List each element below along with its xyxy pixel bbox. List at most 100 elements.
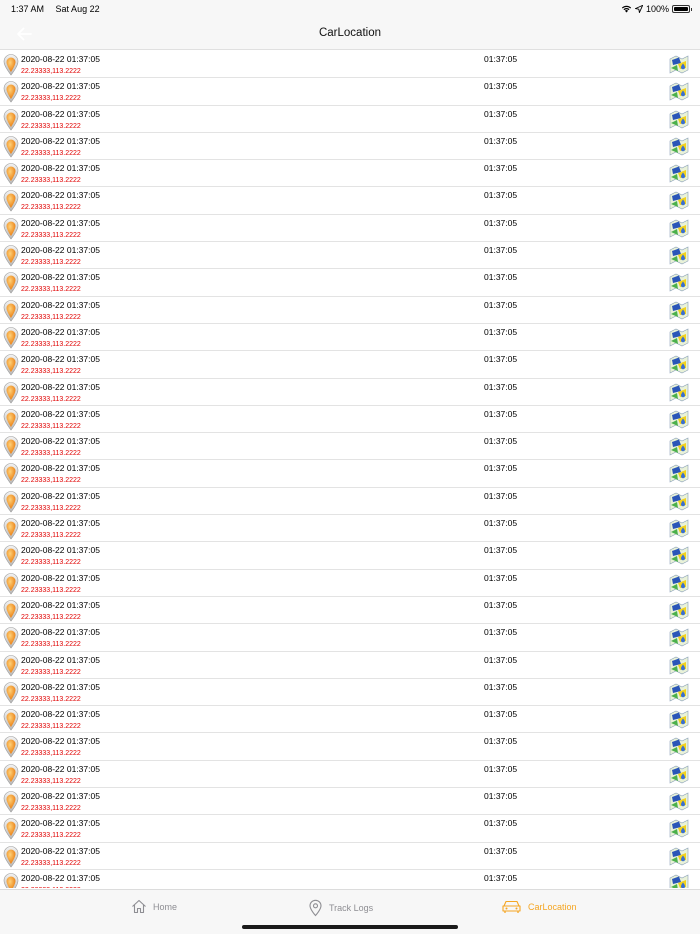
list-item[interactable]: 2020-08-22 01:37:05 22.23333,113.2222 01:3… — [0, 870, 700, 888]
list-item[interactable]: 2020-08-22 01:37:05 22.23333,113.2222 01:3… — [0, 761, 700, 789]
map-icon[interactable] — [669, 327, 689, 347]
row-time: 01:37:05 — [484, 818, 518, 829]
list-item[interactable]: 2020-08-22 01:37:05 22.23333,113.2222 01:3… — [0, 215, 700, 243]
list-item[interactable]: 2020-08-22 01:37:05 22.23333,113.2222 01:3… — [0, 570, 700, 597]
list-item[interactable]: 2020-08-22 01:37:05 22.23333,113.2222 01:3… — [0, 351, 700, 379]
list-item[interactable]: 2020-08-22 01:37:05 22.23333,113.2222 01:3… — [0, 433, 700, 461]
row-time: 01:37:05 — [484, 599, 518, 610]
location-pin-icon — [3, 518, 19, 540]
row-datetime: 2020-08-22 01:37:05 — [21, 545, 100, 556]
list-item[interactable]: 2020-08-22 01:37:05 22.23333,113.2222 01:3… — [0, 624, 700, 652]
list-item[interactable]: 2020-08-22 01:37:05 22.23333,113.2222 01:3… — [0, 297, 700, 324]
row-time: 01:37:05 — [484, 709, 518, 720]
map-icon[interactable] — [669, 436, 689, 456]
list-item[interactable]: 2020-08-22 01:37:05 22.23333,113.2222 01:3… — [0, 652, 700, 679]
list-item[interactable]: 2020-08-22 01:37:05 22.23333,113.2222 01:3… — [0, 187, 700, 215]
list-item[interactable]: 2020-08-22 01:37:05 22.23333,113.2222 01:3… — [0, 406, 700, 434]
list-item[interactable]: 2020-08-22 01:37:05 22.23333,113.2222 01:3… — [0, 679, 700, 707]
map-icon[interactable] — [669, 736, 689, 756]
list-item[interactable]: 2020-08-22 01:37:05 22.23333,113.2222 01:3… — [0, 706, 700, 734]
list-item[interactable]: 2020-08-22 01:37:05 22.23333,113.2222 01:3… — [0, 788, 700, 816]
map-icon[interactable] — [669, 655, 689, 675]
map-icon[interactable] — [669, 190, 689, 210]
list-item[interactable]: 2020-08-22 01:37:05 22.23333,113.2222 01:3… — [0, 542, 700, 570]
location-pin-icon — [3, 545, 19, 567]
tab-home[interactable]: Home — [131, 899, 177, 914]
row-datetime: 2020-08-22 01:37:05 — [21, 599, 100, 610]
map-icon[interactable] — [669, 627, 689, 647]
map-icon[interactable] — [669, 409, 689, 429]
map-icon[interactable] — [669, 81, 689, 101]
location-pin-icon — [3, 327, 19, 349]
map-icon[interactable] — [669, 218, 689, 238]
list-item[interactable]: 2020-08-22 01:37:05 22.23333,113.2222 01:3… — [0, 160, 700, 188]
map-icon[interactable] — [669, 682, 689, 702]
map-icon[interactable] — [669, 545, 689, 565]
list-item[interactable]: 2020-08-22 01:37:05 22.23333,113.2222 01:3… — [0, 51, 700, 79]
map-icon[interactable] — [669, 463, 689, 483]
map-icon[interactable] — [669, 382, 689, 402]
list-item[interactable]: 2020-08-22 01:37:05 22.23333,113.2222 01:3… — [0, 242, 700, 270]
list-item[interactable]: 2020-08-22 01:37:05 22.23333,113.2222 01:3… — [0, 106, 700, 133]
battery-fill — [674, 7, 688, 11]
map-icon[interactable] — [669, 136, 689, 156]
status-right: 100% — [621, 4, 692, 14]
row-time: 01:37:05 — [484, 572, 518, 583]
list-item[interactable]: 2020-08-22 01:37:05 22.23333,113.2222 01:3… — [0, 488, 700, 516]
map-icon[interactable] — [669, 873, 689, 888]
row-datetime: 2020-08-22 01:37:05 — [21, 163, 100, 174]
list-item[interactable]: 2020-08-22 01:37:05 22.23333,113.2222 01:3… — [0, 78, 700, 106]
map-icon[interactable] — [669, 245, 689, 265]
map-icon[interactable] — [669, 573, 689, 593]
map-icon[interactable] — [669, 163, 689, 183]
map-icon[interactable] — [669, 354, 689, 374]
tab-carlocation[interactable]: CarLocation — [501, 899, 577, 914]
map-icon[interactable] — [669, 791, 689, 811]
location-list[interactable]: 2020-08-22 01:37:05 22.23333,113.2222 01:3… — [0, 51, 700, 888]
row-coordinates: 22.23333,113.2222 — [21, 695, 81, 703]
map-icon[interactable] — [669, 709, 689, 729]
row-time: 01:37:05 — [484, 681, 518, 692]
location-pin-icon — [3, 81, 19, 103]
list-item[interactable]: 2020-08-22 01:37:05 22.23333,113.2222 01:3… — [0, 733, 700, 761]
list-item[interactable]: 2020-08-22 01:37:05 22.23333,113.2222 01:3… — [0, 515, 700, 543]
row-coordinates: 22.23333,113.2222 — [21, 95, 81, 103]
list-item[interactable]: 2020-08-22 01:37:05 22.23333,113.2222 01:3… — [0, 815, 700, 843]
list-item[interactable]: 2020-08-22 01:37:05 22.23333,113.2222 01:3… — [0, 324, 700, 352]
location-pin-icon — [3, 54, 19, 76]
list-item[interactable]: 2020-08-22 01:37:05 22.23333,113.2222 01:3… — [0, 843, 700, 870]
tab-track-logs[interactable]: Track Logs — [308, 899, 373, 917]
row-time: 01:37:05 — [484, 736, 518, 747]
map-icon[interactable] — [669, 109, 689, 129]
row-coordinates: 22.23333,113.2222 — [21, 177, 81, 185]
tab-home-label: Home — [153, 901, 178, 912]
row-coordinates: 22.23333,113.2222 — [21, 887, 81, 888]
battery-percent: 100% — [645, 4, 669, 14]
row-coordinates: 22.23333,113.2222 — [21, 750, 81, 758]
map-icon[interactable] — [669, 491, 689, 511]
map-icon[interactable] — [669, 518, 689, 538]
location-pin-icon — [3, 190, 19, 212]
row-datetime: 2020-08-22 01:37:05 — [21, 190, 100, 201]
row-coordinates: 22.23333,113.2222 — [21, 340, 81, 348]
list-item[interactable]: 2020-08-22 01:37:05 22.23333,113.2222 01:3… — [0, 379, 700, 406]
row-datetime: 2020-08-22 01:37:05 — [21, 818, 100, 829]
map-icon[interactable] — [669, 272, 689, 292]
map-icon[interactable] — [669, 600, 689, 620]
map-icon[interactable] — [669, 300, 689, 320]
map-icon[interactable] — [669, 846, 689, 866]
list-item[interactable]: 2020-08-22 01:37:05 22.23333,113.2222 01:3… — [0, 269, 700, 297]
list-item[interactable]: 2020-08-22 01:37:05 22.23333,113.2222 01:3… — [0, 460, 700, 488]
location-pin-icon — [3, 490, 19, 513]
map-icon[interactable] — [669, 818, 689, 838]
row-coordinates: 22.23333,113.2222 — [21, 149, 81, 157]
map-icon[interactable] — [669, 54, 689, 74]
list-item[interactable]: 2020-08-22 01:37:05 22.23333,113.2222 01:3… — [0, 133, 700, 161]
location-pin-icon — [3, 654, 19, 677]
location-pin-icon — [3, 763, 19, 786]
location-pin-icon — [3, 354, 19, 376]
map-icon[interactable] — [669, 764, 689, 784]
row-datetime: 2020-08-22 01:37:05 — [21, 518, 100, 529]
row-time: 01:37:05 — [484, 763, 518, 774]
list-item[interactable]: 2020-08-22 01:37:05 22.23333,113.2222 01:3… — [0, 597, 700, 625]
